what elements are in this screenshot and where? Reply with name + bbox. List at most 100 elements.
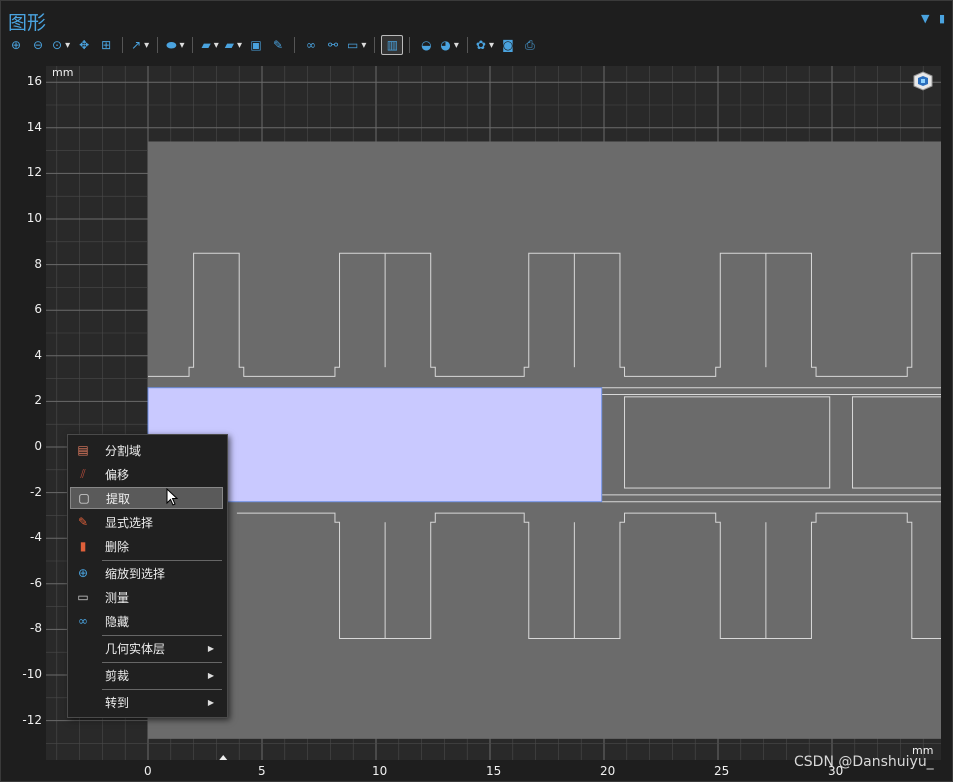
toolbar-separator [466,37,468,53]
zoom-out-icon: ⊖ [32,38,44,52]
graphics-toolbar: ⊕ ⊖ ⊙ ✥ ⊞ ↗ ⬬ ▰ ▰ ▣ ✎ ∞ ⚯ ▭ ▥ ◒ ◕ ✿ ◙ ⎙ [6,34,540,56]
axis-orientation-button[interactable]: ↗ [129,36,151,54]
menu-item-8[interactable]: ∞ 隐藏 [70,610,223,632]
zoom-selected-icon: ⊞ [101,38,112,52]
menu-item-3[interactable]: ✎ 显式选择 [70,511,223,533]
toolbar-separator [294,37,295,53]
menu-item-4[interactable]: ▮ 删除 [70,535,223,557]
select-object-button[interactable]: ⬬ [164,36,186,54]
zoom-in-icon: ⊕ [10,38,22,52]
render-button[interactable]: ◒ [416,36,436,54]
view-settings-button[interactable]: ▭ [345,36,368,54]
menu-item-10[interactable]: 几何实体层 ▶ [70,637,223,659]
select-domain-button[interactable]: ▰ [199,36,220,54]
select-domain-icon: ▰ [201,38,211,52]
camera-button[interactable]: ◙ [498,36,518,54]
wireframe-toggle-button[interactable]: ▥ [381,35,404,55]
toolbar-separator [157,37,159,53]
y-tick-label: 2 [34,393,42,408]
window-controls: ▼ ▮ [921,12,945,25]
connect-button[interactable]: ⚯ [323,36,343,54]
zoom-box-icon: ⊙ [52,38,63,52]
y-tick-label: 14 [26,119,42,134]
toolbar-separator [374,37,376,53]
y-tick-label: 16 [26,74,42,89]
context-menu: ▤ 分割域 ⫽ 偏移 ▢ 提取 ✎ 显式选择 ▮ 删除 ⊕ 缩放到选择 ▭ 测量 ∞ 隐藏 几何实体层 ▶ 剪裁 ▶ 转… [67,434,228,718]
x-tick-label: 5 [258,764,266,778]
zoom-box-button[interactable]: ⊙ [50,36,72,54]
x-tick-label: 20 [600,764,616,778]
lighting-button[interactable]: ◕ [438,36,461,54]
menu-item-label: 删除 [105,539,130,554]
y-tick-label: 8 [34,256,42,271]
menu-item-label: 分割域 [105,443,142,458]
toolbar-separator [192,37,194,53]
collapse-icon[interactable]: ▼ [921,12,929,25]
paint-selection-button[interactable]: ✎ [268,36,288,54]
menu-item-6[interactable]: ⊕ 缩放到选择 [70,562,223,584]
select-boundary-button[interactable]: ▰ [223,36,244,54]
y-tick-label: -10 [22,667,42,681]
menu-item-12[interactable]: 剪裁 ▶ [70,664,223,686]
y-tick-label: -4 [30,530,42,545]
menu-item-label: 转到 [105,695,130,710]
axis-orientation-icon: ↗ [131,38,142,52]
y-tick-label: -12 [22,712,42,727]
pin-icon[interactable]: ▮ [939,12,945,25]
window-title: 图形 [8,12,47,34]
submenu-arrow-icon: ▶ [207,670,214,680]
zoom-selected-button[interactable]: ⊞ [96,36,116,54]
x-tick-label: 0 [144,764,152,778]
zoom-extents-icon: ✥ [79,38,90,52]
clear-selection-button[interactable]: ▣ [246,36,266,54]
menu-item-label: 隐藏 [105,614,130,629]
menu-item-1[interactable]: ⫽ 偏移 [70,463,223,485]
zoom-out-button[interactable]: ⊖ [28,36,48,54]
explicit-selection-icon: ✎ [77,515,89,529]
y-tick-label: -2 [30,484,42,499]
x-axis-marker [219,755,228,760]
y-tick-label: -6 [30,575,42,590]
camera-icon: ◙ [502,38,514,52]
view-settings-icon: ▭ [347,38,359,52]
print-button[interactable]: ⎙ [520,36,540,54]
menu-item-0[interactable]: ▤ 分割域 [70,439,223,461]
menu-item-7[interactable]: ▭ 测量 [70,586,223,608]
menu-separator [102,689,222,690]
toolbar-separator [122,37,124,53]
menu-separator [102,662,222,663]
submenu-arrow-icon: ▶ [207,697,214,707]
view-cube-icon[interactable] [912,71,934,91]
extract-icon: ▢ [78,491,90,505]
menu-item-label: 显式选择 [105,515,154,530]
zoom-extents-button[interactable]: ✥ [74,36,94,54]
mouse-cursor-icon [166,488,179,506]
select-boundary-icon: ▰ [224,38,234,52]
zoom-in-button[interactable]: ⊕ [6,36,26,54]
select-object-icon: ⬬ [166,37,177,52]
watermark-text: CSDN @Danshuiyu_ [794,754,934,770]
menu-item-label: 几何实体层 [105,641,166,656]
menu-item-label: 测量 [105,590,130,605]
menu-separator [102,560,222,561]
menu-item-label: 偏移 [105,467,130,482]
x-tick-label: 15 [486,764,502,778]
hide-icon: ∞ [78,614,88,628]
x-tick-label: 10 [372,764,388,778]
y-tick-label: 6 [34,302,42,317]
hide-icon: ∞ [306,38,316,52]
scene-light-button[interactable]: ✿ [474,36,496,54]
menu-item-2[interactable]: ▢ 提取 [70,487,223,509]
split-domain-icon: ▤ [77,443,89,457]
y-tick-label: 4 [34,347,42,362]
paint-selection-icon: ✎ [272,38,284,52]
menu-icon-placeholder [75,667,91,683]
menu-icon-placeholder [75,694,91,710]
zoom-to-selection-icon: ⊕ [77,566,89,580]
y-tick-label: 12 [26,165,42,180]
menu-icon-placeholder [75,640,91,656]
y-tick-label: 0 [34,439,42,453]
menu-item-14[interactable]: 转到 ▶ [70,691,223,713]
y-axis-unit-label: mm [52,66,74,79]
hide-button[interactable]: ∞ [301,36,321,54]
